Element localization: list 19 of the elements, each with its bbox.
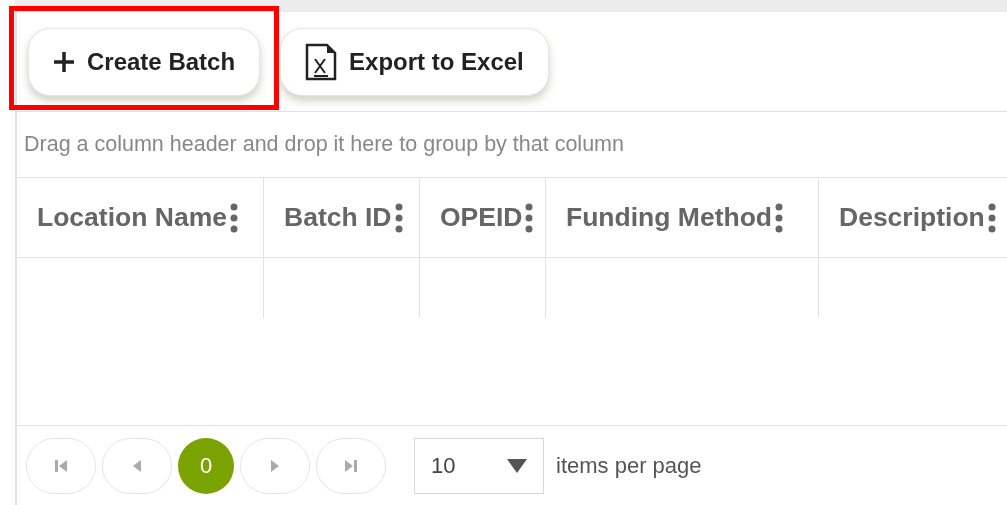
dropdown-caret-icon xyxy=(507,458,527,473)
column-menu-icon[interactable] xyxy=(775,202,784,233)
column-menu-icon[interactable] xyxy=(987,202,996,233)
column-header[interactable]: Location Name xyxy=(37,202,227,233)
column-header[interactable]: OPEID xyxy=(440,202,523,233)
items-per-page-label: items per page xyxy=(556,452,702,479)
page-button[interactable]: 0 xyxy=(178,437,234,494)
export-excel-button[interactable]: Export to Excel xyxy=(280,27,549,96)
page-size-dropdown[interactable]: 10 xyxy=(414,437,544,494)
column-header[interactable]: Batch ID xyxy=(284,202,392,233)
column-menu-icon[interactable] xyxy=(394,202,403,233)
excel-file-icon xyxy=(305,42,338,81)
plus-icon xyxy=(53,50,75,73)
group-by-hint: Drag a column header and drop it here to group by that column xyxy=(24,132,624,157)
column-header[interactable]: Funding Method xyxy=(566,202,773,233)
column-header[interactable]: Description xyxy=(839,202,985,233)
column-menu-icon[interactable] xyxy=(229,202,238,233)
column-menu-icon[interactable] xyxy=(525,202,534,233)
create-button[interactable]: Create Batch xyxy=(28,27,261,96)
